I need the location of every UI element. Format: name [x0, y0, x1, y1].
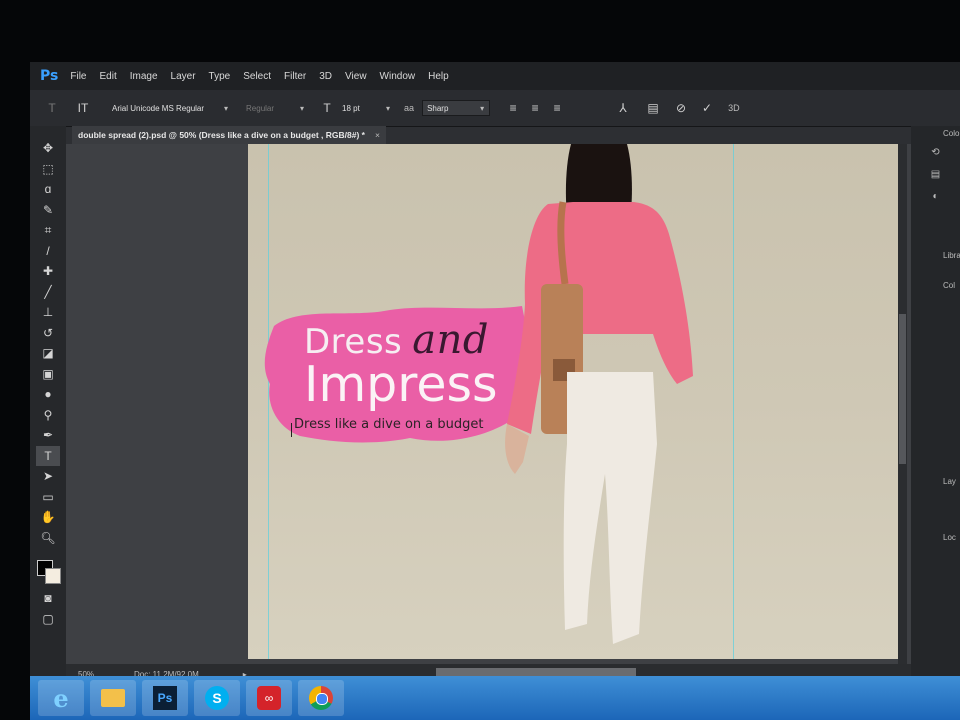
- lasso-tool-icon[interactable]: ɑ: [36, 179, 60, 200]
- antialias-icon: aa: [404, 103, 415, 113]
- adjustments-panel-icon[interactable]: ◐: [911, 186, 960, 208]
- pen-tool-icon[interactable]: ✒: [36, 425, 60, 446]
- vertical-scrollbar[interactable]: [898, 144, 907, 664]
- eyedropper-tool-icon[interactable]: /: [36, 241, 60, 262]
- model-photo: [505, 144, 693, 644]
- eraser-tool-icon[interactable]: ◪: [36, 343, 60, 364]
- document-tab-title: double spread (2).psd @ 50% (Dress like …: [78, 130, 365, 140]
- creative-cloud-icon[interactable]: ∞: [246, 680, 292, 716]
- chevron-down-icon: ▾: [480, 103, 485, 113]
- document-tab[interactable]: double spread (2).psd @ 50% (Dress like …: [72, 126, 386, 144]
- type-tool-icon[interactable]: T: [36, 445, 60, 466]
- layers-panel-tab[interactable]: Lay: [911, 474, 960, 490]
- color-panel-label: Col: [943, 281, 956, 290]
- photoshop-logo: Ps: [40, 68, 59, 84]
- menu-file[interactable]: File: [70, 71, 86, 82]
- right-panel-dock: Colo ⟲ ▤ ◐ Libra Col Lay Loc: [911, 126, 960, 686]
- windows-taskbar: e Ps S ∞: [30, 676, 960, 720]
- monitor-screen: Ps File Edit Image Layer Type Select Fil…: [30, 62, 960, 720]
- menu-bar: Ps File Edit Image Layer Type Select Fil…: [30, 62, 960, 90]
- commit-edits-icon[interactable]: ✓: [696, 101, 718, 115]
- font-style-value: Regular: [246, 103, 275, 113]
- color-panel-tab[interactable]: Colo: [911, 126, 960, 142]
- skype-icon[interactable]: S: [194, 680, 240, 716]
- menu-window[interactable]: Window: [380, 71, 416, 82]
- photoshop-taskbar-button[interactable]: Ps: [142, 680, 188, 716]
- marquee-tool-icon[interactable]: ⬚: [36, 159, 60, 180]
- menu-help[interactable]: Help: [428, 71, 449, 82]
- horizontal-scrollbar[interactable]: [436, 668, 636, 676]
- menu-filter[interactable]: Filter: [284, 71, 306, 82]
- chevron-down-icon: ▾: [300, 103, 305, 113]
- menu-layer[interactable]: Layer: [171, 71, 196, 82]
- font-size-select[interactable]: 18 pt ▾: [342, 104, 390, 113]
- menu-select[interactable]: Select: [243, 71, 271, 82]
- menu-type[interactable]: Type: [209, 71, 231, 82]
- zoom-tool-icon[interactable]: 🔍︎: [36, 528, 60, 549]
- 3d-button[interactable]: 3D: [728, 103, 740, 113]
- close-icon[interactable]: ×: [375, 130, 380, 140]
- rectangle-tool-icon[interactable]: ▭: [36, 487, 60, 508]
- chevron-down-icon: ▾: [224, 103, 229, 113]
- menu-edit[interactable]: Edit: [99, 71, 116, 82]
- chevron-down-icon: ▾: [386, 103, 391, 113]
- file-explorer-icon[interactable]: [90, 680, 136, 716]
- type-tool-preset-icon[interactable]: T: [38, 101, 66, 115]
- chrome-icon[interactable]: [298, 680, 344, 716]
- crop-tool-icon[interactable]: ⌗: [36, 220, 60, 241]
- brush-tool-icon[interactable]: ╱: [36, 282, 60, 303]
- warp-text-icon[interactable]: ⅄: [612, 101, 634, 115]
- dodge-tool-icon[interactable]: ⚲: [36, 405, 60, 426]
- align-center-icon[interactable]: ≡: [524, 101, 546, 115]
- clone-stamp-tool-icon[interactable]: ⊥: [36, 302, 60, 323]
- quick-mask-icon[interactable]: ◙: [36, 588, 60, 609]
- align-right-icon[interactable]: ≡: [546, 101, 568, 115]
- menu-view[interactable]: View: [345, 71, 367, 82]
- history-brush-tool-icon[interactable]: ↺: [36, 323, 60, 344]
- font-size-value: 18 pt: [342, 103, 360, 113]
- font-size-icon: T: [323, 101, 331, 115]
- headline-word-impress[interactable]: Impress: [304, 356, 498, 413]
- tagline-text-layer[interactable]: Dress like a dive on a budget: [294, 417, 483, 432]
- options-bar: T IT Arial Unicode MS Regular ▾ Regular …: [30, 90, 960, 127]
- menu-image[interactable]: Image: [130, 71, 158, 82]
- document-canvas[interactable]: Dress and Impress Dress like a dive on a …: [248, 144, 898, 659]
- move-tool-icon[interactable]: ✥: [36, 138, 60, 159]
- toggle-text-orientation-icon[interactable]: IT: [70, 101, 96, 115]
- photoshop-icon: Ps: [153, 686, 177, 710]
- background-color-swatch[interactable]: [45, 568, 61, 584]
- properties-panel-icon[interactable]: ▤: [911, 164, 960, 186]
- guide-line: [733, 144, 734, 659]
- color-swatches[interactable]: [35, 554, 61, 584]
- libraries-panel-tab[interactable]: Libra: [911, 248, 960, 264]
- hand-tool-icon[interactable]: ✋: [36, 507, 60, 528]
- canvas-area: Dress and Impress Dress like a dive on a …: [66, 144, 911, 664]
- healing-brush-tool-icon[interactable]: ✚: [36, 261, 60, 282]
- path-selection-tool-icon[interactable]: ➤: [36, 466, 60, 487]
- vertical-scrollbar-thumb[interactable]: [899, 314, 906, 464]
- screen-mode-icon[interactable]: ▢: [36, 609, 60, 630]
- align-left-icon[interactable]: ≡: [502, 101, 524, 115]
- text-cursor: [291, 423, 292, 437]
- blur-tool-icon[interactable]: ●: [36, 384, 60, 405]
- character-panel-icon[interactable]: ▤: [642, 101, 664, 115]
- tools-panel: ✥ ⬚ ɑ ✎ ⌗ / ✚ ╱ ⊥ ↺ ◪ ▣ ● ⚲ ✒ T ➤ ▭ ✋ 🔍︎…: [30, 126, 66, 698]
- menu-3d[interactable]: 3D: [319, 71, 332, 82]
- quick-selection-tool-icon[interactable]: ✎: [36, 200, 60, 221]
- gradient-tool-icon[interactable]: ▣: [36, 364, 60, 385]
- antialias-select[interactable]: Sharp ▾: [422, 100, 491, 116]
- font-family-value: Arial Unicode MS Regular: [112, 103, 205, 113]
- font-style-select[interactable]: Regular ▾: [246, 104, 304, 113]
- font-family-select[interactable]: Arial Unicode MS Regular ▾: [108, 101, 228, 115]
- history-panel-icon[interactable]: ⟲: [911, 142, 960, 164]
- cancel-edits-icon[interactable]: ⊘: [670, 101, 692, 115]
- internet-explorer-icon[interactable]: e: [38, 680, 84, 716]
- horizontal-scrollbar-thumb[interactable]: [436, 668, 636, 676]
- lock-label: Loc: [943, 533, 956, 542]
